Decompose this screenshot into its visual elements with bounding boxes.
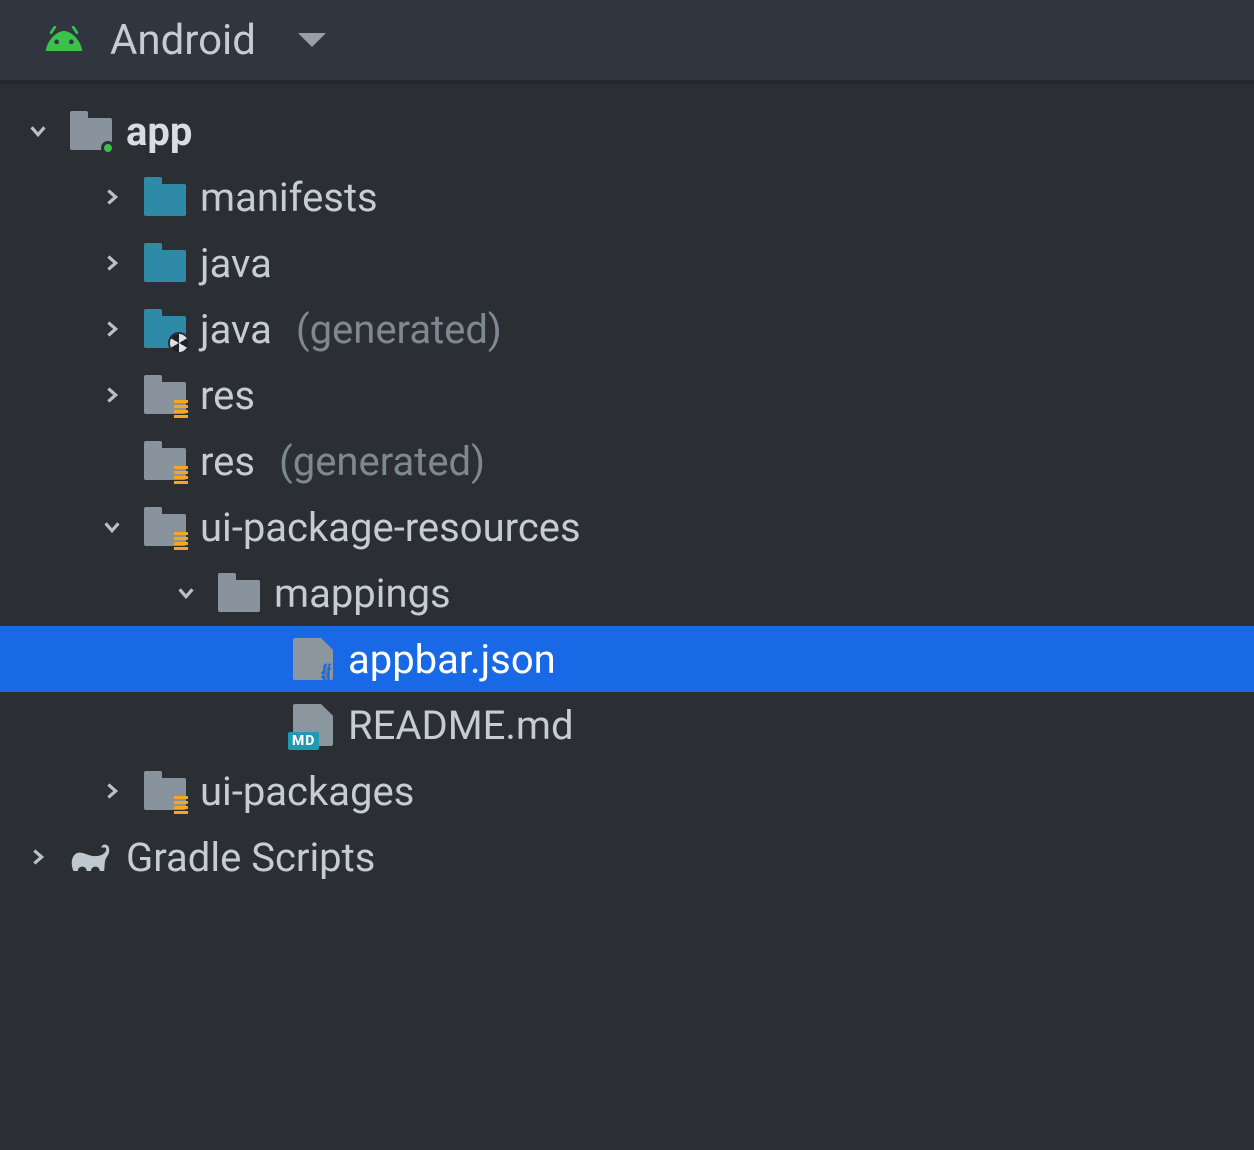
tree-node-res-generated[interactable]: res (generated) — [0, 428, 1254, 494]
generated-folder-icon — [144, 308, 186, 350]
tree-label-suffix: (generated) — [279, 438, 485, 485]
tree-node-ui-packages[interactable]: ui-packages — [0, 758, 1254, 824]
tree-label: README.md — [348, 702, 574, 749]
tree-node-gradle-scripts[interactable]: Gradle Scripts — [0, 824, 1254, 890]
folder-icon — [144, 176, 186, 218]
tree-node-manifests[interactable]: manifests — [0, 164, 1254, 230]
resources-folder-icon — [144, 770, 186, 812]
project-view-header[interactable]: Android — [0, 0, 1254, 84]
folder-icon — [144, 242, 186, 284]
folder-icon — [218, 572, 260, 614]
tree-node-appbar-json[interactable]: appbar.json — [0, 626, 1254, 692]
tree-node-ui-package-resources[interactable]: ui-package-resources — [0, 494, 1254, 560]
chevron-down-icon[interactable] — [94, 509, 130, 545]
tree-node-mappings[interactable]: mappings — [0, 560, 1254, 626]
tree-node-java[interactable]: java — [0, 230, 1254, 296]
chevron-none — [94, 443, 130, 479]
chevron-right-icon[interactable] — [94, 245, 130, 281]
tree-label: Gradle Scripts — [126, 834, 375, 881]
tree-label: appbar.json — [348, 636, 556, 683]
chevron-down-icon[interactable] — [20, 113, 56, 149]
chevron-right-icon[interactable] — [94, 773, 130, 809]
tree-node-res[interactable]: res — [0, 362, 1254, 428]
json-file-icon — [292, 638, 334, 680]
project-view-title: Android — [110, 16, 256, 65]
chevron-right-icon[interactable] — [20, 839, 56, 875]
tree-node-readme-md[interactable]: MD README.md — [0, 692, 1254, 758]
resources-folder-icon — [144, 440, 186, 482]
markdown-file-icon: MD — [292, 704, 334, 746]
android-logo-icon — [42, 26, 86, 54]
tree-label: java — [200, 240, 272, 287]
tree-label: app — [126, 108, 192, 155]
chevron-right-icon[interactable] — [94, 311, 130, 347]
tree-label: ui-packages — [200, 768, 414, 815]
chevron-none — [242, 707, 278, 743]
caret-down-icon[interactable] — [298, 33, 326, 47]
tree-label-suffix: (generated) — [296, 306, 502, 353]
tree-label: manifests — [200, 174, 378, 221]
tree-label: java — [200, 306, 272, 353]
chevron-down-icon[interactable] — [168, 575, 204, 611]
chevron-right-icon[interactable] — [94, 377, 130, 413]
resources-folder-icon — [144, 506, 186, 548]
resources-folder-icon — [144, 374, 186, 416]
gradle-icon — [70, 836, 112, 878]
tree-node-app[interactable]: app — [0, 98, 1254, 164]
project-tree[interactable]: app manifests java java (gener — [0, 84, 1254, 890]
chevron-right-icon[interactable] — [94, 179, 130, 215]
tree-label: ui-package-resources — [200, 504, 581, 551]
module-folder-icon — [70, 110, 112, 152]
chevron-none — [242, 641, 278, 677]
tree-label: res — [200, 438, 255, 485]
tree-node-java-generated[interactable]: java (generated) — [0, 296, 1254, 362]
tree-label: res — [200, 372, 255, 419]
tree-label: mappings — [274, 570, 451, 617]
